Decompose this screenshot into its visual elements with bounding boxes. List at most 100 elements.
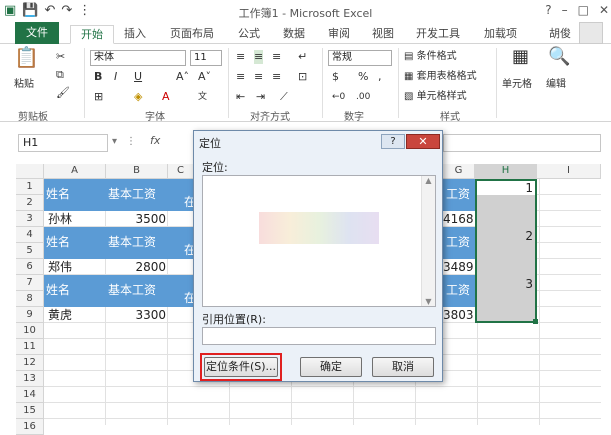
column-header[interactable]: I [537,164,601,179]
decrease-indent-icon[interactable]: ⇤ [236,90,245,104]
align-bottom-icon[interactable]: ≡ [272,50,281,64]
phonetic-icon[interactable]: 文 [198,90,207,104]
row-header[interactable]: 8 [16,291,44,307]
border-icon[interactable]: ⊞ [94,90,103,104]
row-header[interactable]: 14 [16,387,44,403]
percent-icon[interactable]: % [358,70,368,84]
close-window-icon[interactable]: ✕ [599,0,609,20]
maximize-icon[interactable]: □ [578,0,589,20]
minimize-icon[interactable]: – [562,0,568,20]
fill-handle[interactable] [533,319,538,324]
cell-salary-header[interactable]: 基本工资 [108,234,157,250]
cell-name[interactable]: 郑伟 [48,259,72,275]
cancel-button[interactable]: 取消 [372,357,434,377]
help-icon[interactable]: ? [545,0,551,20]
cell-salary-header[interactable]: 基本工资 [108,282,157,298]
align-middle-icon[interactable]: ≡ [254,50,264,64]
format-painter-icon[interactable]: 🖌 [56,86,70,100]
align-right-icon[interactable]: ≡ [272,70,281,84]
tab-page-layout[interactable]: 页面布局 [170,25,214,44]
tab-home[interactable]: 开始 [70,25,114,44]
align-top-icon[interactable]: ≡ [236,50,245,64]
cell-name-header[interactable]: 姓名 [46,282,71,298]
tab-data[interactable]: 数据 [283,25,305,44]
tab-file[interactable]: 文件 [15,22,59,44]
row-header[interactable]: 6 [16,259,44,275]
cell-g-header[interactable]: 工资 [446,234,471,250]
cell-g[interactable]: 3803 [443,307,474,323]
orientation-icon[interactable]: ⟋ [280,90,288,104]
currency-icon[interactable]: $ [332,70,339,84]
paste-label[interactable]: 粘贴 [14,78,34,92]
format-as-table-button[interactable]: ▦ 套用表格格式 [404,70,477,84]
underline-icon[interactable]: U [134,70,142,84]
cell-salary-header[interactable]: 基本工资 [108,186,157,202]
tab-review[interactable]: 审阅 [328,25,350,44]
decrease-decimal-icon[interactable]: .00 [356,90,370,104]
tab-developer[interactable]: 开发工具 [416,25,460,44]
row-header[interactable]: 5 [16,243,44,259]
cells-icon[interactable]: ▦ [512,48,529,66]
row-header[interactable]: 10 [16,323,44,339]
options-icon[interactable]: ⋮ [126,136,136,147]
select-all-corner[interactable] [16,164,44,179]
cell-style-button[interactable]: ▧ 单元格样式 [404,90,467,104]
row-header[interactable]: 13 [16,371,44,387]
cell-g-header[interactable]: 工资 [446,186,471,202]
align-left-icon[interactable]: ≡ [236,70,245,84]
increase-indent-icon[interactable]: ⇥ [256,90,265,104]
increase-font-icon[interactable]: A˄ [176,70,189,84]
cell-salary[interactable]: 3500 [106,211,166,227]
cell-name[interactable]: 黄虎 [48,307,72,323]
scroll-up-icon[interactable]: ▲ [422,176,435,185]
row-header[interactable]: 16 [16,419,44,435]
cell-salary[interactable]: 3300 [106,307,166,323]
font-size-select[interactable]: 11 [190,50,222,66]
row-header[interactable]: 3 [16,211,44,227]
goto-list[interactable]: ▲ ▼ [202,175,436,307]
name-box[interactable]: H1 [18,134,108,152]
help-button[interactable]: ? [381,134,405,149]
tab-insert[interactable]: 插入 [124,25,146,44]
tab-formulas[interactable]: 公式 [238,25,260,44]
column-header[interactable]: B [106,164,168,179]
tab-addins[interactable]: 加载项 [484,25,517,44]
fx-button[interactable]: fx [150,134,160,147]
cell-h[interactable]: 2 [477,228,533,244]
edit-label[interactable]: 编辑 [546,78,566,92]
column-header[interactable]: C [168,164,194,179]
row-header[interactable]: 12 [16,355,44,371]
avatar[interactable] [579,22,603,44]
scrollbar[interactable]: ▲ ▼ [421,176,435,306]
row-header[interactable]: 1 [16,179,44,195]
decrease-font-icon[interactable]: A˅ [198,70,211,84]
bold-icon[interactable]: B [94,70,102,84]
ok-button[interactable]: 确定 [300,357,362,377]
cells-label[interactable]: 单元格 [502,78,532,92]
fill-color-icon[interactable]: ◈ [134,90,142,104]
row-header[interactable]: 2 [16,195,44,211]
chevron-down-icon[interactable]: ▾ [112,136,117,147]
number-format-select[interactable]: 常规 [328,50,392,66]
cell-name[interactable]: 孙林 [48,211,72,227]
user-name[interactable]: 胡俊 [549,25,571,41]
cell-name-header[interactable]: 姓名 [46,234,71,250]
increase-decimal-icon[interactable]: ←0 [332,90,345,104]
column-header[interactable]: A [44,164,106,179]
reference-input[interactable] [202,327,436,345]
find-icon[interactable]: 🔍 [548,48,570,66]
scroll-down-icon[interactable]: ▼ [422,297,435,306]
cut-icon[interactable]: ✂ [56,50,65,64]
font-color-icon[interactable]: A [162,90,170,104]
cell-h[interactable]: 3 [477,276,533,292]
column-header[interactable]: G [443,164,475,179]
cell-g-header[interactable]: 工资 [446,282,471,298]
italic-icon[interactable]: I [114,70,117,84]
cell-name-header[interactable]: 姓名 [46,186,71,202]
wrap-text-icon[interactable]: ↵ [298,50,307,64]
comma-icon[interactable]: , [378,70,382,84]
font-name-select[interactable]: 宋体 [90,50,186,66]
cell-g[interactable]: 3489 [443,259,474,275]
close-button[interactable]: ✕ [406,134,440,149]
conditional-format-button[interactable]: ▤ 条件格式 [404,50,457,64]
